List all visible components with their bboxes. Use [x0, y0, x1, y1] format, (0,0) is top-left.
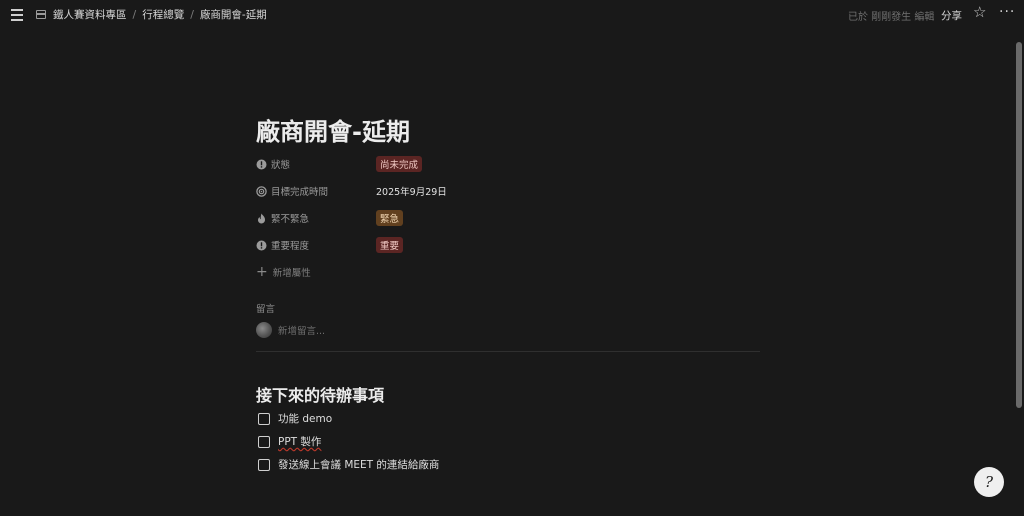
help-label: ? [984, 473, 994, 491]
comment-input[interactable]: 新增留言... [278, 323, 325, 337]
alert-icon [256, 240, 267, 251]
star-icon[interactable]: ☆ [973, 5, 986, 20]
add-property-button[interactable]: + 新增屬性 [256, 265, 311, 279]
checkbox[interactable] [258, 458, 270, 471]
property-name: 緊不緊急 [271, 214, 310, 225]
flame-icon [256, 213, 267, 224]
comments-label: 留言 [256, 304, 276, 315]
avatar [256, 322, 272, 338]
status-icon [256, 159, 267, 170]
help-button[interactable]: ? [974, 467, 1004, 497]
date-value[interactable]: 2025年9月29日 [376, 184, 447, 198]
menu-icon[interactable] [9, 8, 25, 22]
breadcrumb-item-3[interactable]: 廠商開會-延期 [200, 7, 267, 22]
checkbox[interactable] [258, 435, 270, 448]
breadcrumb-separator: / [190, 8, 194, 21]
database-icon [36, 10, 46, 19]
edited-status: 已於 剛剛發生 編輯 [848, 12, 935, 23]
status-badge[interactable]: 尚未完成 [376, 156, 423, 172]
property-name: 重要程度 [271, 241, 310, 252]
top-bar: 鐵人賽資料專區 / 行程總覽 / 廠商開會-延期 已於 剛剛發生 編輯 分享 ☆… [0, 0, 1024, 30]
todo-item[interactable]: 功能 demo [258, 411, 332, 426]
property-name: 狀態 [271, 160, 291, 171]
property-importance[interactable]: 重要程度 重要 [256, 236, 404, 254]
property-status[interactable]: 狀態 尚未完成 [256, 155, 423, 173]
todo-heading[interactable]: 接下來的待辦事項 [256, 382, 384, 406]
more-icon[interactable]: ··· [999, 5, 1015, 19]
property-target-date[interactable]: 目標完成時間 2025年9月29日 [256, 182, 447, 200]
breadcrumb-separator: / [132, 8, 137, 21]
todo-text[interactable]: 發送線上會議 MEET 的連結給廠商 [278, 457, 439, 472]
target-icon [256, 185, 267, 197]
plus-icon: + [256, 264, 268, 280]
todo-text[interactable]: 功能 demo [278, 411, 332, 426]
importance-badge[interactable]: 重要 [376, 237, 404, 253]
page-title[interactable]: 廠商開會-延期 [256, 112, 410, 147]
share-button[interactable]: 分享 [941, 8, 962, 23]
breadcrumb-item-1[interactable]: 鐵人賽資料專區 [53, 7, 127, 22]
scrollbar[interactable] [1016, 42, 1022, 408]
divider [256, 351, 760, 352]
property-name: 目標完成時間 [271, 187, 329, 198]
todo-text[interactable]: PPT 製作 [278, 434, 321, 449]
breadcrumb-item-2[interactable]: 行程總覽 [142, 7, 184, 22]
urgency-badge[interactable]: 緊急 [376, 210, 404, 226]
todo-item[interactable]: PPT 製作 [258, 434, 321, 449]
todo-item[interactable]: 發送線上會議 MEET 的連結給廠商 [258, 457, 439, 472]
comment-input-row[interactable]: 新增留言... [256, 322, 325, 338]
add-property-label: 新增屬性 [272, 268, 311, 279]
checkbox[interactable] [258, 412, 270, 425]
breadcrumb: 鐵人賽資料專區 / 行程總覽 / 廠商開會-延期 [36, 7, 267, 22]
property-urgency[interactable]: 緊不緊急 緊急 [256, 209, 404, 227]
